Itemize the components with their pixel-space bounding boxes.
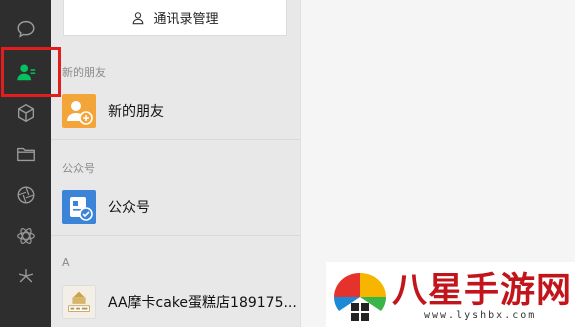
atom-icon bbox=[16, 228, 35, 244]
watermark-title: 八星手游网 bbox=[392, 271, 573, 311]
sparkle-icon bbox=[18, 268, 33, 283]
contacts-icon bbox=[16, 64, 35, 81]
channels-nav-button[interactable] bbox=[0, 257, 51, 297]
folder-icon bbox=[16, 147, 35, 162]
person-outline-icon bbox=[133, 11, 144, 24]
contacts-nav-button[interactable] bbox=[0, 52, 51, 92]
list-item-new-friends[interactable]: 新的朋友 bbox=[51, 86, 300, 136]
watermark-logo-icon bbox=[334, 273, 386, 321]
contacts-manage-button[interactable]: 通讯录管理 bbox=[63, 0, 287, 36]
contacts-manage-label: 通讯录管理 bbox=[153, 12, 219, 27]
list-item-label: 新的朋友 bbox=[108, 104, 164, 120]
chat-bubble-icon bbox=[16, 20, 35, 38]
moments-nav-button[interactable] bbox=[0, 175, 51, 215]
mini-programs-nav-button[interactable] bbox=[0, 216, 51, 256]
contacts-panel: 通讯录管理 新的朋友 新的朋友 公众号 公众号 A AA摩卡cake蛋糕店189… bbox=[51, 0, 300, 327]
watermark: 八星手游网 www.lyshbx.com bbox=[326, 262, 575, 327]
files-nav-button[interactable] bbox=[0, 134, 51, 174]
aperture-icon bbox=[17, 186, 34, 204]
chat-nav-button[interactable] bbox=[0, 9, 51, 49]
list-item-official-accounts[interactable]: 公众号 bbox=[51, 182, 300, 232]
cake-shop-avatar bbox=[62, 285, 96, 319]
new-friend-icon bbox=[62, 94, 96, 128]
cube-icon bbox=[17, 104, 34, 122]
panel-border bbox=[300, 0, 301, 327]
section-divider bbox=[51, 139, 300, 140]
nav-rail bbox=[0, 0, 51, 327]
section-label-new-friends: 新的朋友 bbox=[62, 66, 106, 79]
watermark-url: www.lyshbx.com bbox=[424, 310, 537, 321]
list-item-contact[interactable]: AA摩卡cake蛋糕店189175... bbox=[51, 277, 300, 327]
favorites-nav-button[interactable] bbox=[0, 93, 51, 133]
list-item-label: AA摩卡cake蛋糕店189175... bbox=[108, 295, 297, 311]
section-divider bbox=[51, 235, 300, 236]
section-label-a: A bbox=[62, 256, 70, 269]
official-account-icon bbox=[62, 190, 96, 224]
section-label-official-accounts: 公众号 bbox=[62, 162, 95, 175]
list-item-label: 公众号 bbox=[108, 200, 150, 216]
